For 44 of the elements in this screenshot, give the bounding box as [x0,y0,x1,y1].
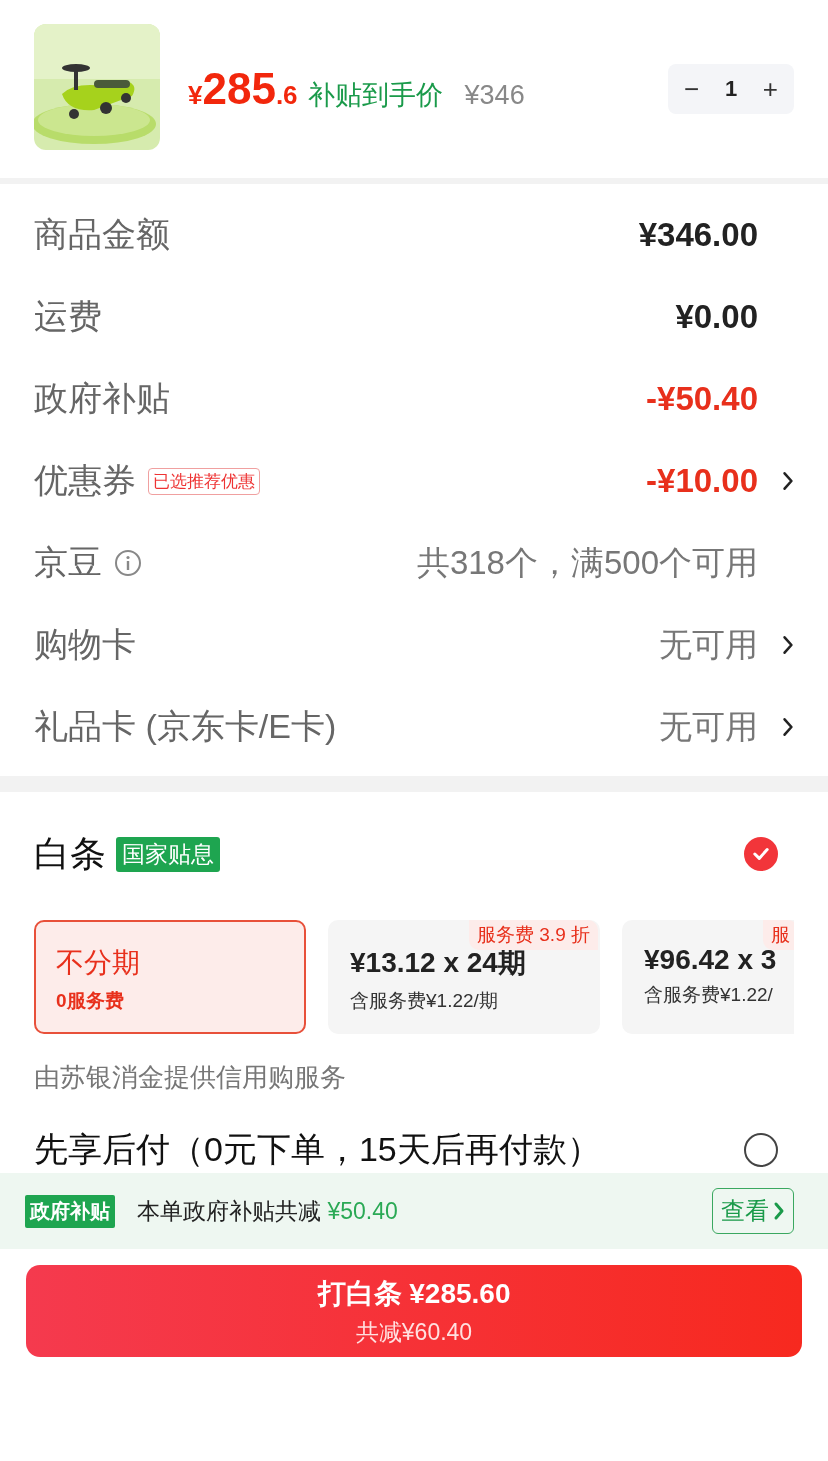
row-label: 政府补贴 [34,378,170,419]
option-title: 不分期 [56,946,141,980]
installment-option[interactable]: 服 ¥96.42 x 3 含服务费¥1.22/ [622,920,794,1034]
row-value: ¥0.00 [675,298,758,336]
price-label: 补贴到手价 [307,79,443,112]
chevron-icon[interactable] [782,470,794,492]
coupon-tag: 已选推荐优惠 [148,467,260,495]
row-value: 无可用 [659,706,758,747]
option-subtitle: 含服务费¥1.22/期 [350,989,499,1013]
info-icon[interactable] [114,549,142,577]
chevron-icon[interactable] [782,716,794,738]
row-label: 购物卡 [34,624,136,665]
plus-button[interactable]: + [756,73,784,105]
row-label: 运费 [34,296,102,337]
installment-option[interactable]: 不分期 0服务费 [34,920,306,1034]
row-value: -¥10.00 [646,462,758,500]
baitiao-title: 白条 [34,831,106,876]
option-subtitle: 0服务费 [56,989,125,1013]
radio-button[interactable] [744,1133,778,1167]
row-label: 商品金额 [34,214,170,255]
minus-button[interactable]: − [678,73,706,105]
quantity-value: 1 [724,76,738,102]
row-value: ¥346.00 [638,216,758,254]
provider-note: 由苏银消金提供信用购服务 [34,1061,347,1094]
row-value: -¥50.40 [646,380,758,418]
subsidy-price: ¥285.6 [188,64,298,114]
subsidy-text: 本单政府补贴共减 ¥50.40 [137,1196,399,1226]
fee-discount-badge: 服务费 3.9 折 [469,920,598,950]
chevron-icon[interactable] [782,634,794,656]
fee-discount-badge: 服 [763,920,794,950]
row-label: 优惠券 [34,460,136,501]
subsidy-tag: 政府补贴 [25,1194,115,1228]
original-price: ¥346 [464,80,525,111]
chevron-icon [773,1201,785,1221]
row-value: 无可用 [659,624,758,665]
interest-badge: 国家贴息 [116,836,220,872]
pay-later-title: 先享后付（0元下单，15天后再付款） [34,1129,601,1170]
pay-button[interactable]: 打白条 ¥285.60 共减¥60.40 [26,1265,802,1357]
row-label: 京豆 [34,542,102,583]
check-radio[interactable] [744,837,778,871]
row-value: 共318个，满500个可用 [416,542,758,583]
installment-option[interactable]: 服务费 3.9 折 ¥13.12 x 24期 含服务费¥1.22/期 [328,920,600,1034]
option-subtitle: 含服务费¥1.22/ [644,983,774,1007]
row-label: 礼品卡 (京东卡/E卡) [34,706,337,747]
